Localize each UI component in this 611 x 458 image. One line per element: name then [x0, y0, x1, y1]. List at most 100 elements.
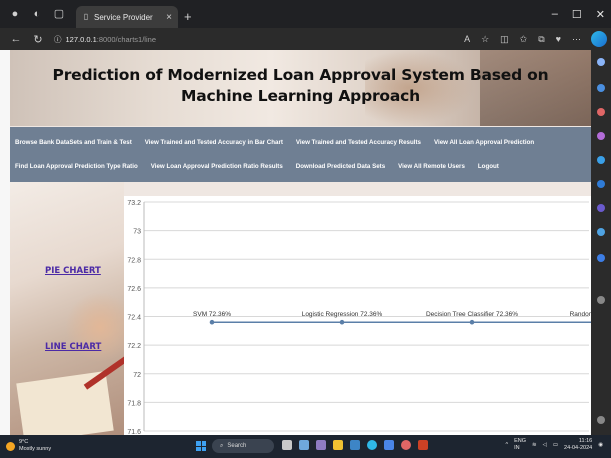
- chat-icon[interactable]: [316, 440, 326, 450]
- tools-icon[interactable]: [597, 132, 605, 140]
- store-icon[interactable]: [384, 440, 394, 450]
- taskbar: 9°C Mostly sunny ⌕ Search ^ ENG IN ≋ ◁ ▭…: [0, 435, 611, 458]
- close-window-icon[interactable]: ✕: [596, 8, 605, 21]
- edge-sidebar: [591, 50, 611, 435]
- web-page: Prediction of Modernized Loan Approval S…: [10, 50, 591, 435]
- weather-desc: Mostly sunny: [19, 446, 52, 452]
- data-label: Random Forest: [570, 311, 591, 318]
- menu-ratio-results[interactable]: View Loan Approval Prediction Ratio Resu…: [151, 163, 283, 170]
- office-icon[interactable]: [597, 180, 605, 188]
- clock-date: 24-04-2024: [564, 445, 593, 451]
- menu-remote-users[interactable]: View All Remote Users: [398, 163, 465, 170]
- clock[interactable]: 11:16 24-04-2024: [564, 438, 592, 452]
- discover-icon[interactable]: [597, 84, 605, 92]
- menu-browse-datasets[interactable]: Browse Bank DataSets and Train & Test: [15, 139, 132, 146]
- weather-temp: 9°C: [19, 439, 29, 445]
- address-bar: ← ↻ ⓘ 127.0.0.1:8000/charts1/line A ☆ ◫ …: [0, 28, 611, 50]
- maximize-icon[interactable]: ☐: [572, 8, 582, 21]
- screen: ● ◐ ▢ ▯ Service Provider × + – ☐ ✕ ← ↻ ⓘ…: [0, 0, 611, 458]
- read-aloud-icon[interactable]: A: [464, 34, 470, 44]
- wifi-icon[interactable]: ≋: [532, 442, 537, 449]
- url-path: :8000/charts1/line: [96, 34, 156, 44]
- menu-view-predictions[interactable]: View All Loan Approval Prediction: [434, 139, 534, 146]
- designer-icon[interactable]: [597, 254, 605, 262]
- volume-icon[interactable]: ◁: [543, 442, 547, 449]
- new-tab-icon[interactable]: +: [184, 9, 192, 24]
- menu-download-data[interactable]: Download Predicted Data Sets: [296, 163, 385, 170]
- back-icon[interactable]: ←: [10, 33, 22, 45]
- y-tick-label: 73.2: [127, 200, 141, 207]
- language-indicator[interactable]: ENG IN: [514, 438, 526, 452]
- data-label: Logistic Regression 72.36%: [302, 311, 383, 318]
- region-code: IN: [514, 445, 520, 451]
- minimize-icon[interactable]: –: [552, 8, 558, 20]
- close-tab-icon[interactable]: ×: [166, 12, 172, 23]
- widgets-icon[interactable]: [299, 440, 309, 450]
- app-icon[interactable]: [418, 440, 428, 450]
- line-chart-link[interactable]: LINE CHART: [45, 342, 101, 352]
- file-explorer-icon[interactable]: [333, 440, 343, 450]
- refresh-icon[interactable]: ↻: [32, 33, 44, 46]
- page-icon: ▯: [83, 12, 89, 21]
- window-controls: – ☐ ✕: [552, 0, 605, 28]
- shopping-icon[interactable]: [597, 108, 605, 116]
- notifications-icon[interactable]: ◉: [598, 442, 603, 449]
- y-tick-label: 72.8: [127, 257, 141, 264]
- battery-icon[interactable]: ▭: [553, 442, 558, 449]
- chrome-icon[interactable]: [401, 440, 411, 450]
- y-tick-label: 73: [133, 229, 141, 236]
- browser-tab-strip: ● ◐ ▢ ▯ Service Provider × + – ☐ ✕: [0, 0, 611, 28]
- weather-widget[interactable]: 9°C Mostly sunny: [6, 439, 51, 453]
- tab-actions-icon[interactable]: ▢: [52, 7, 66, 21]
- sidebar-settings-icon[interactable]: [597, 416, 605, 424]
- main-menu: Browse Bank DataSets and Train & Test Vi…: [10, 127, 591, 182]
- data-point: [209, 319, 215, 325]
- taskbar-search[interactable]: ⌕ Search: [212, 439, 274, 453]
- data-point: [469, 319, 475, 325]
- data-label: Decision Tree Classifier 72.36%: [426, 311, 518, 318]
- menu-accuracy-results[interactable]: View Trained and Tested Accuracy Results: [296, 139, 421, 146]
- url-field[interactable]: ⓘ 127.0.0.1:8000/charts1/line: [54, 34, 156, 45]
- profile-icon[interactable]: ●: [8, 7, 22, 21]
- menu-find-ratio[interactable]: Find Loan Approval Prediction Type Ratio: [15, 163, 138, 170]
- workspaces-icon[interactable]: ◐: [30, 7, 44, 21]
- collections-icon[interactable]: ⧉: [538, 34, 544, 45]
- outlook-icon[interactable]: [597, 204, 605, 212]
- page-title: Prediction of Modernized Loan Approval S…: [52, 66, 549, 105]
- system-tray: ^ ENG IN ≋ ◁ ▭ 11:16 24-04-2024 ◉: [505, 438, 603, 452]
- mail-icon[interactable]: [350, 440, 360, 450]
- drop-icon[interactable]: [597, 228, 605, 236]
- browser-toolbar: A ☆ ◫ ✩ ⧉ ♥ ⋯: [464, 28, 581, 50]
- browser-tab[interactable]: ▯ Service Provider ×: [76, 6, 178, 28]
- line-chart-svg: 73.27372.872.672.472.27271.871.6SVM 72.3…: [127, 200, 591, 435]
- search-icon: ⌕: [220, 442, 224, 449]
- tray-chevron-icon[interactable]: ^: [505, 442, 508, 449]
- extensions-icon[interactable]: ♥: [556, 34, 561, 44]
- clock-time: 11:16: [578, 438, 593, 444]
- games-icon[interactable]: [597, 156, 605, 164]
- more-icon[interactable]: ⋯: [572, 34, 581, 45]
- menu-accuracy-bar-chart[interactable]: View Trained and Tested Accuracy in Bar …: [145, 139, 283, 146]
- pinned-apps: [282, 440, 428, 450]
- y-tick-label: 72: [133, 372, 141, 379]
- language-code: ENG: [514, 438, 526, 444]
- edge-icon[interactable]: [367, 440, 377, 450]
- sun-icon: [6, 441, 15, 451]
- favorites-icon[interactable]: ✩: [520, 34, 528, 45]
- y-tick-label: 72.2: [127, 343, 141, 350]
- url-host: 127.0.0.1: [65, 34, 97, 44]
- add-sidebar-icon[interactable]: [597, 296, 605, 304]
- menu-logout[interactable]: Logout: [478, 163, 499, 170]
- start-icon[interactable]: [196, 441, 206, 451]
- info-icon[interactable]: ⓘ: [54, 34, 62, 45]
- search-sidebar-icon[interactable]: [597, 58, 605, 66]
- side-photo: [10, 182, 137, 435]
- pie-chart-link[interactable]: PIE CHAERT: [45, 266, 101, 276]
- task-view-icon[interactable]: [282, 440, 292, 450]
- menu-row-1: Browse Bank DataSets and Train & Test Vi…: [10, 132, 534, 152]
- y-tick-label: 71.8: [127, 400, 141, 407]
- copilot-icon[interactable]: [591, 31, 607, 47]
- favorite-icon[interactable]: ☆: [481, 34, 489, 45]
- line-chart: 73.2 73 72.8 72.6 72.4 72.2 72 71.8 71.6 SVM 72.3…: [124, 196, 591, 435]
- split-screen-icon[interactable]: ◫: [500, 34, 509, 45]
